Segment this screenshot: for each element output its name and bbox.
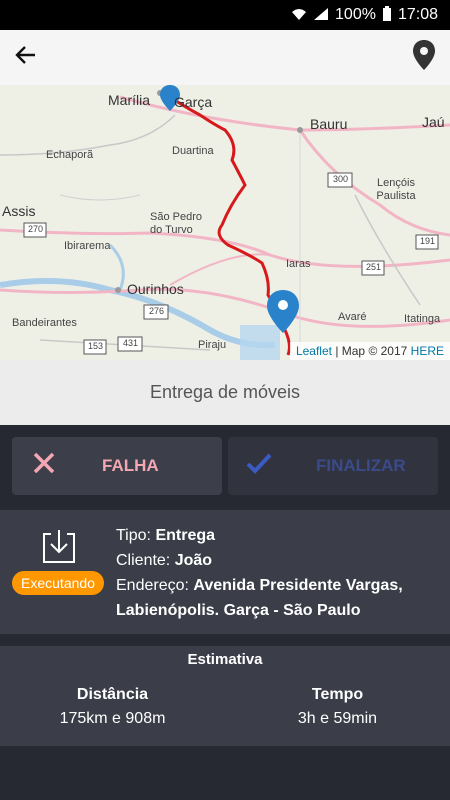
cliente-value: João	[174, 552, 213, 569]
map-city-label: Duartina	[172, 145, 214, 157]
close-icon	[32, 449, 72, 483]
map-city-label: Piraju	[198, 339, 227, 351]
endereco-label: Endereço:	[116, 577, 189, 594]
clock: 17:08	[397, 6, 438, 23]
delivery-title-bar: Entrega de móveis	[0, 360, 450, 425]
map-city-label: Bandeirantes	[12, 317, 77, 329]
back-arrow-icon[interactable]	[14, 43, 38, 72]
time-block: Tempo 3h e 59min	[225, 686, 450, 728]
map-city-label: Iaras	[286, 258, 311, 270]
battery-icon	[382, 5, 392, 25]
endereco-value: Avenida Presidente Vargas,	[193, 577, 403, 594]
time-label: Tempo	[311, 686, 364, 703]
battery-percent: 100%	[335, 6, 376, 23]
cliente-label: Cliente:	[116, 552, 171, 569]
map-pin-icon[interactable]	[412, 39, 436, 76]
road-shield-label: 276	[149, 306, 165, 316]
estimate-title: Estimativa	[187, 651, 263, 668]
wifi-icon	[291, 7, 307, 24]
delivery-info-card: Executando Tipo: Entrega Cliente: João E…	[0, 510, 450, 634]
road-shield-label: 300	[333, 174, 349, 184]
status-bar: 100% 17:08	[0, 0, 450, 30]
map-city-label: Assis	[2, 203, 36, 219]
map-city-label: Lençóis Paulista	[376, 177, 416, 202]
map-city-label: Bauru	[310, 116, 348, 132]
map-city-label: Jaú	[422, 114, 445, 130]
map-city-label: Marília	[108, 92, 151, 108]
map-city-label: São Pedro do Turvo	[150, 211, 202, 236]
signal-icon	[313, 7, 329, 24]
road-shield-label: 270	[28, 224, 44, 234]
fail-button[interactable]: FALHA	[12, 437, 222, 495]
download-icon	[42, 528, 76, 564]
map-attribution: Leaflet | Map © 2017 HERE	[289, 342, 450, 360]
estimate-card: Estimativa Distância 175km e 908m Tempo …	[0, 646, 450, 746]
road-shield-label: 431	[123, 338, 139, 348]
finish-button[interactable]: FINALIZAR	[228, 437, 438, 495]
delivery-details: Tipo: Entrega Cliente: João Endereço: Av…	[116, 523, 403, 623]
distance-label: Distância	[76, 686, 149, 703]
page-title: Entrega de móveis	[149, 382, 301, 402]
app-bar	[0, 30, 450, 85]
check-icon	[246, 450, 286, 482]
action-buttons: FALHA FINALIZAR	[0, 425, 450, 510]
map-city-label: Itatinga	[404, 313, 441, 325]
here-link[interactable]: HERE	[411, 344, 444, 358]
road-shield-label: 191	[420, 236, 436, 246]
leaflet-link[interactable]: Leaflet	[296, 344, 332, 358]
distance-block: Distância 175km e 908m	[0, 686, 225, 728]
map-city-label: Ourinhos	[127, 281, 184, 297]
distance-value: 175km e 908m	[59, 710, 166, 727]
map-city-label: Avaré	[338, 311, 367, 323]
time-value: 3h e 59min	[297, 710, 378, 727]
map-city-label: Echaporã	[46, 149, 94, 161]
endereco-value-cont: Labienópolis. Garça - São Paulo	[116, 602, 361, 619]
status-badge: Executando	[12, 571, 104, 595]
map-city-label: Garça	[174, 94, 213, 110]
map-copyright: | Map © 2017	[335, 344, 408, 358]
tipo-label: Tipo:	[116, 527, 151, 544]
route-map[interactable]: Marília Garça Bauru Jaú Echaporã Duartin…	[0, 85, 450, 360]
road-shield-label: 153	[88, 341, 104, 351]
fail-button-label: FALHA	[102, 456, 159, 475]
tipo-value: Entrega	[155, 527, 216, 544]
finish-button-label: FINALIZAR	[316, 456, 406, 475]
road-shield-label: 251	[366, 262, 382, 272]
map-city-label: Ibirarema	[64, 240, 111, 252]
